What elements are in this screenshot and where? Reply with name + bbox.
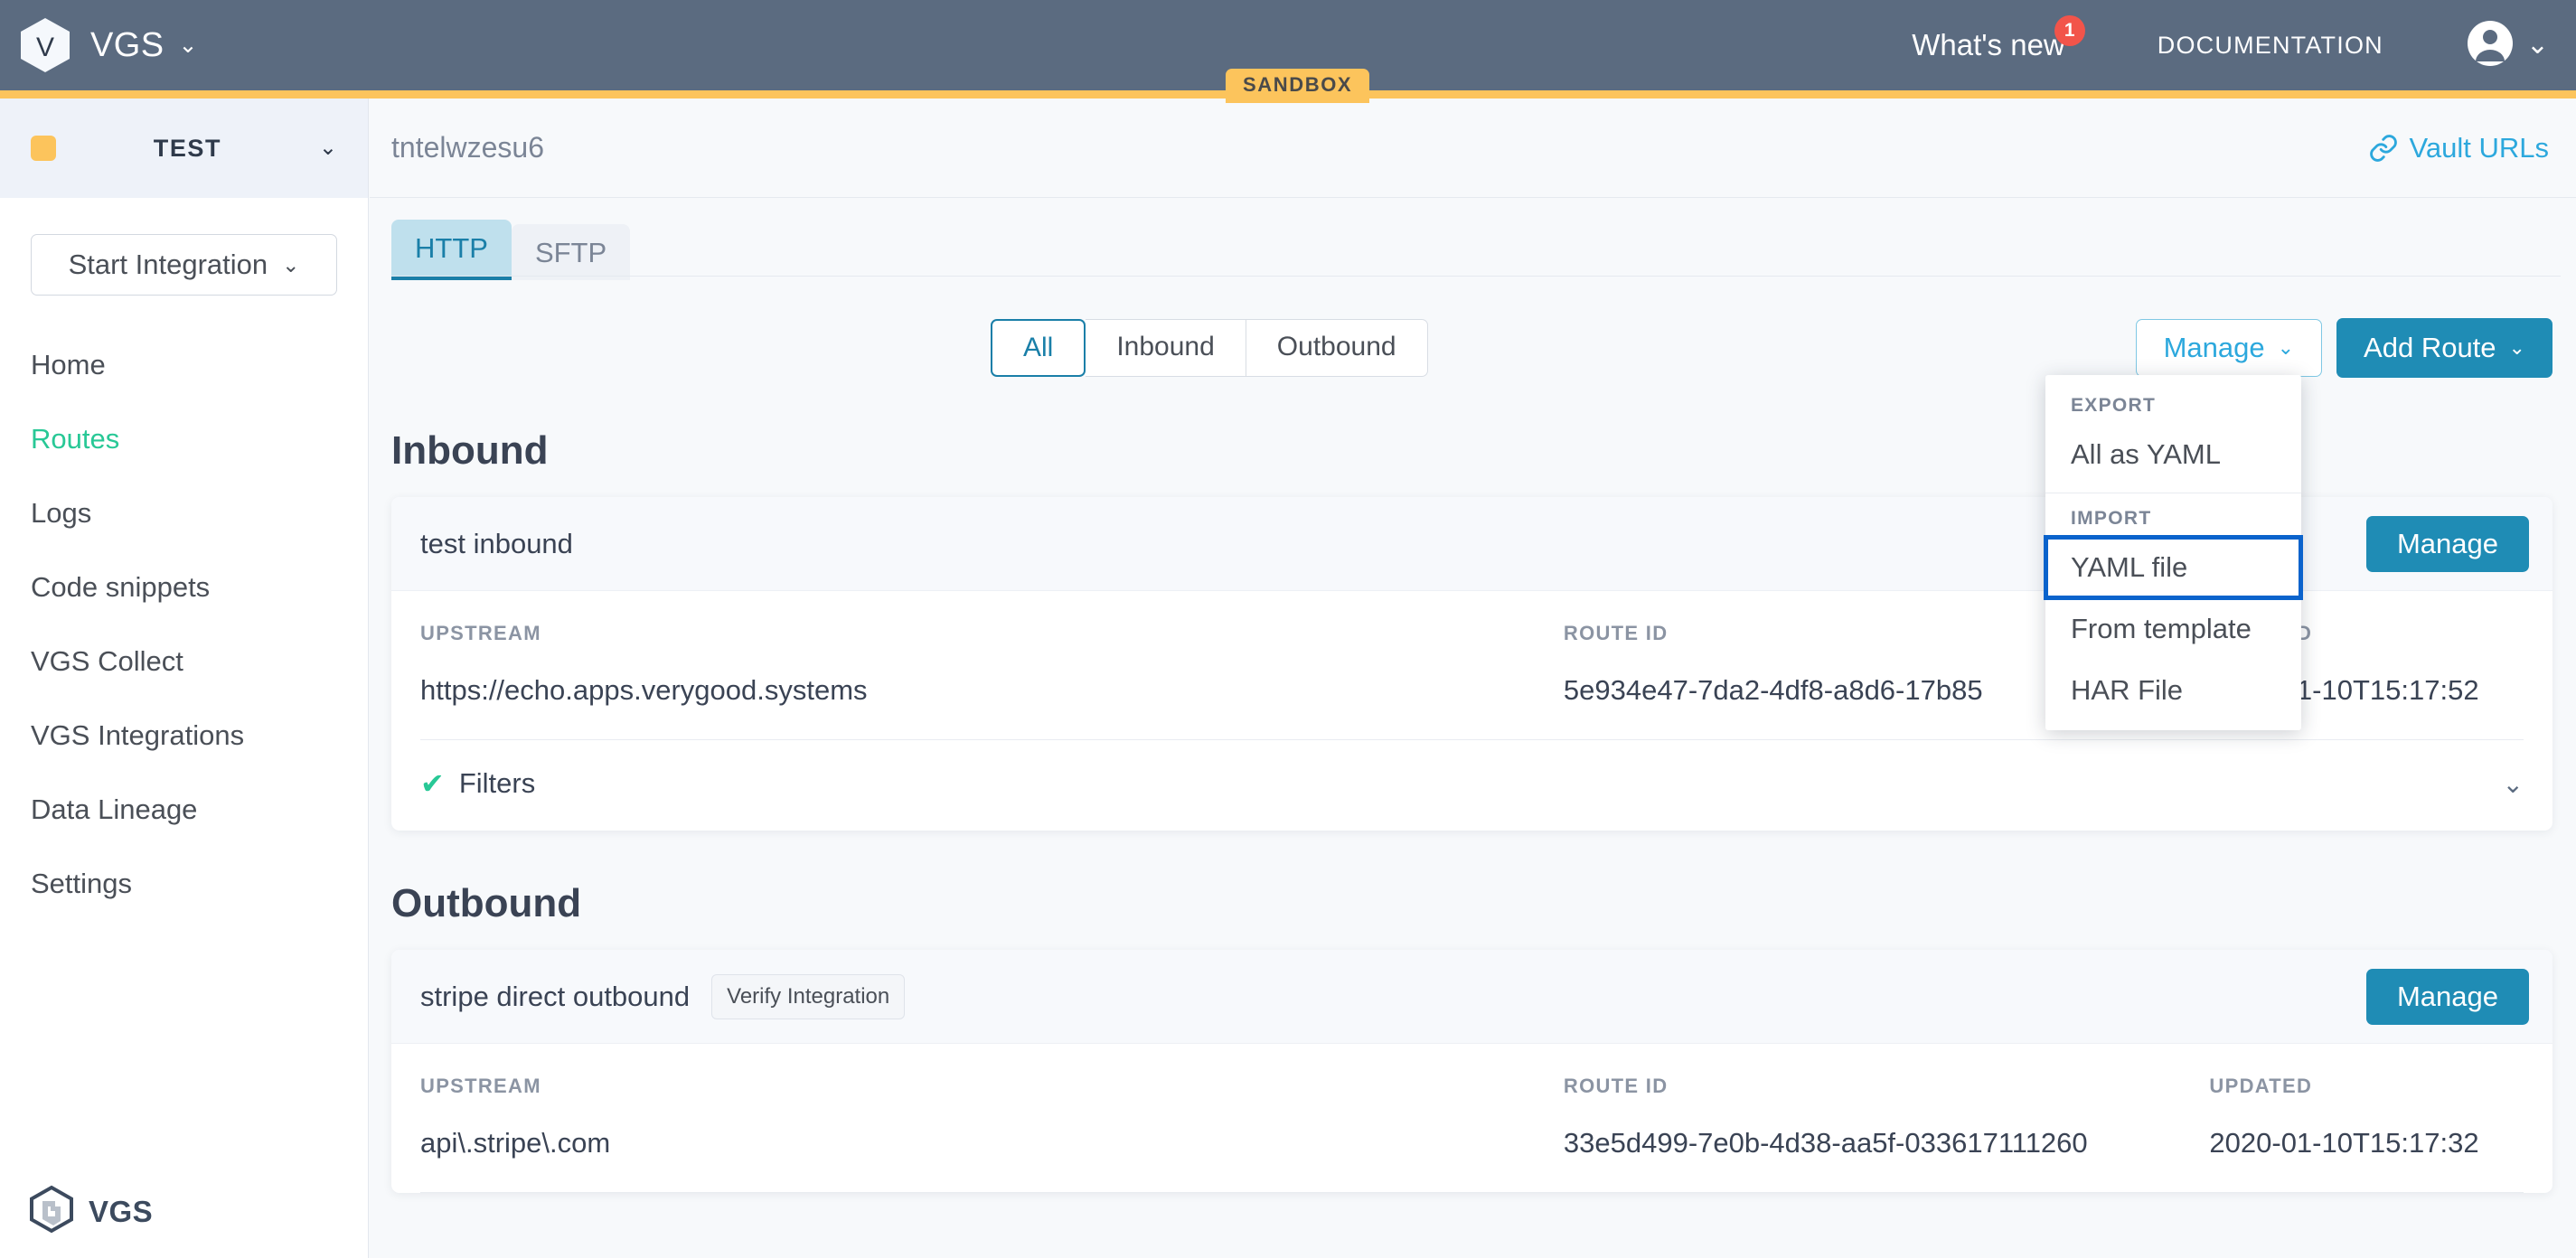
filter-all[interactable]: All xyxy=(991,319,1086,377)
route-card-outbound: stripe direct outbound Verify Integratio… xyxy=(391,950,2552,1193)
filter-outbound[interactable]: Outbound xyxy=(1246,319,1428,377)
chevron-down-icon: ⌄ xyxy=(2277,336,2295,359)
route-name: stripe direct outbound xyxy=(420,980,691,1012)
start-integration-button[interactable]: Start Integration ⌄ xyxy=(31,234,337,296)
top-bar-right-group: What's new 1 DOCUMENTATION ⌄ xyxy=(1912,15,2549,71)
manage-dropdown-button[interactable]: Manage ⌄ xyxy=(2135,319,2323,377)
vgs-hexagon-icon: V xyxy=(20,17,71,73)
dropdown-item-har-file[interactable]: HAR File xyxy=(2045,660,2301,721)
vault-urls-label: Vault URLs xyxy=(2409,131,2550,164)
whats-new-badge: 1 xyxy=(2054,15,2085,46)
dropdown-item-all-as-yaml[interactable]: All as YAML xyxy=(2045,424,2301,485)
sidebar-item-vgs-integrations[interactable]: VGS Integrations xyxy=(0,699,368,773)
route-manage-button[interactable]: Manage xyxy=(2365,515,2529,572)
dropdown-section-export: EXPORT xyxy=(2071,395,2157,416)
sidebar-footer-brand: VGS xyxy=(89,1194,154,1228)
tabs-underline xyxy=(391,276,2561,277)
column-header-route-id: ROUTE ID xyxy=(1563,1075,1669,1097)
column-upstream: UPSTREAM api\.stripe\.com xyxy=(420,1075,1564,1159)
column-value-route-id: 33e5d499-7e0b-4d38-aa5f-033617111260 xyxy=(1563,1127,2088,1159)
sidebar-item-settings[interactable]: Settings xyxy=(0,847,368,921)
link-icon xyxy=(2368,133,2399,164)
environment-color-dot-icon xyxy=(31,136,56,161)
whats-new-label: What's new xyxy=(1912,28,2065,61)
column-upstream: UPSTREAM https://echo.apps.verygood.syst… xyxy=(420,622,1564,707)
user-avatar-icon xyxy=(2467,20,2514,71)
sidebar-item-routes[interactable]: Routes xyxy=(0,402,368,476)
sidebar-item-data-lineage[interactable]: Data Lineage xyxy=(0,773,368,847)
svg-text:V: V xyxy=(36,33,54,62)
protocol-tabs: HTTP SFTP xyxy=(370,220,2576,280)
column-header-upstream: UPSTREAM xyxy=(420,1075,541,1097)
chevron-down-icon[interactable]: ⌄ xyxy=(2526,32,2549,59)
environment-label: TEST xyxy=(153,134,222,162)
chevron-down-icon: ⌄ xyxy=(2508,336,2525,359)
add-route-button[interactable]: Add Route ⌄ xyxy=(2336,318,2552,378)
card-divider xyxy=(420,1192,2524,1193)
add-route-label: Add Route xyxy=(2364,332,2496,363)
dropdown-item-yaml-file[interactable]: YAML file xyxy=(2044,535,2303,600)
column-header-upstream: UPSTREAM xyxy=(420,622,541,644)
sidebar-nav: Home Routes Logs Code snippets VGS Colle… xyxy=(0,328,368,921)
manage-button-label: Manage xyxy=(2163,332,2265,363)
start-integration-label: Start Integration xyxy=(68,249,268,280)
routes-toolbar: All Inbound Outbound Manage ⌄ Add Route … xyxy=(370,318,2576,378)
route-manage-button[interactable]: Manage xyxy=(2365,968,2529,1025)
filter-inbound[interactable]: Inbound xyxy=(1086,319,1246,377)
documentation-link[interactable]: DOCUMENTATION xyxy=(2158,32,2383,60)
route-card-header: stripe direct outbound Verify Integratio… xyxy=(391,950,2552,1044)
column-updated: UPDATED 2020-01-10T15:17:32 xyxy=(2209,1075,2524,1159)
filters-label: Filters xyxy=(458,767,536,799)
whats-new-link[interactable]: What's new 1 xyxy=(1912,15,2085,62)
chevron-down-icon[interactable]: ⌄ xyxy=(178,33,197,57)
sidebar-footer-logo: VGS xyxy=(27,1185,153,1238)
column-header-updated: UPDATED xyxy=(2209,1075,2313,1097)
route-direction-filter: All Inbound Outbound xyxy=(991,319,1428,377)
vgs-logo-icon xyxy=(27,1185,76,1238)
column-route-id: ROUTE ID 33e5d499-7e0b-4d38-aa5f-0336171… xyxy=(1564,1075,2210,1159)
sidebar-item-vgs-collect[interactable]: VGS Collect xyxy=(0,624,368,699)
chevron-down-icon[interactable]: ⌄ xyxy=(319,137,337,159)
verify-integration-button[interactable]: Verify Integration xyxy=(711,973,906,1019)
route-columns: UPSTREAM api\.stripe\.com ROUTE ID 33e5d… xyxy=(420,1075,2524,1159)
column-value-updated: 2020-01-10T15:17:32 xyxy=(2209,1127,2479,1159)
page-header: tntelwzesu6 Vault URLs xyxy=(370,99,2576,198)
sidebar-item-home[interactable]: Home xyxy=(0,328,368,402)
section-title-outbound: Outbound xyxy=(391,881,582,925)
vault-urls-link[interactable]: Vault URLs xyxy=(2368,131,2550,164)
environment-switcher[interactable]: TEST ⌄ xyxy=(0,99,368,198)
route-name: test inbound xyxy=(420,527,573,559)
tab-sftp[interactable]: SFTP xyxy=(511,224,631,280)
dropdown-item-from-template[interactable]: From template xyxy=(2045,598,2301,660)
sandbox-badge: SANDBOX xyxy=(1226,69,1370,103)
route-filters-row[interactable]: ✔ Filters ⌄ xyxy=(391,740,2552,831)
chevron-down-icon: ⌄ xyxy=(282,252,300,277)
manage-dropdown-menu: EXPORT All as YAML IMPORT YAML file From… xyxy=(2044,375,2303,730)
column-value-upstream: api\.stripe\.com xyxy=(420,1127,611,1159)
check-icon: ✔ xyxy=(420,767,445,800)
route-card-body: UPSTREAM api\.stripe\.com ROUTE ID 33e5d… xyxy=(391,1044,2552,1193)
brand-name: VGS xyxy=(90,25,165,64)
brand-logo-group[interactable]: V VGS ⌄ xyxy=(20,17,197,73)
column-value-upstream: https://echo.apps.verygood.systems xyxy=(420,674,868,706)
vault-id: tntelwzesu6 xyxy=(391,131,544,164)
sidebar-item-code-snippets[interactable]: Code snippets xyxy=(0,550,368,624)
tab-http[interactable]: HTTP xyxy=(391,220,512,280)
dropdown-section-import: IMPORT xyxy=(2071,508,2152,529)
account-menu[interactable]: ⌄ xyxy=(2467,20,2549,71)
sidebar: TEST ⌄ Start Integration ⌄ Home Routes L… xyxy=(0,99,369,1258)
sidebar-item-logs[interactable]: Logs xyxy=(0,476,368,550)
chevron-down-icon[interactable]: ⌄ xyxy=(2503,769,2524,799)
